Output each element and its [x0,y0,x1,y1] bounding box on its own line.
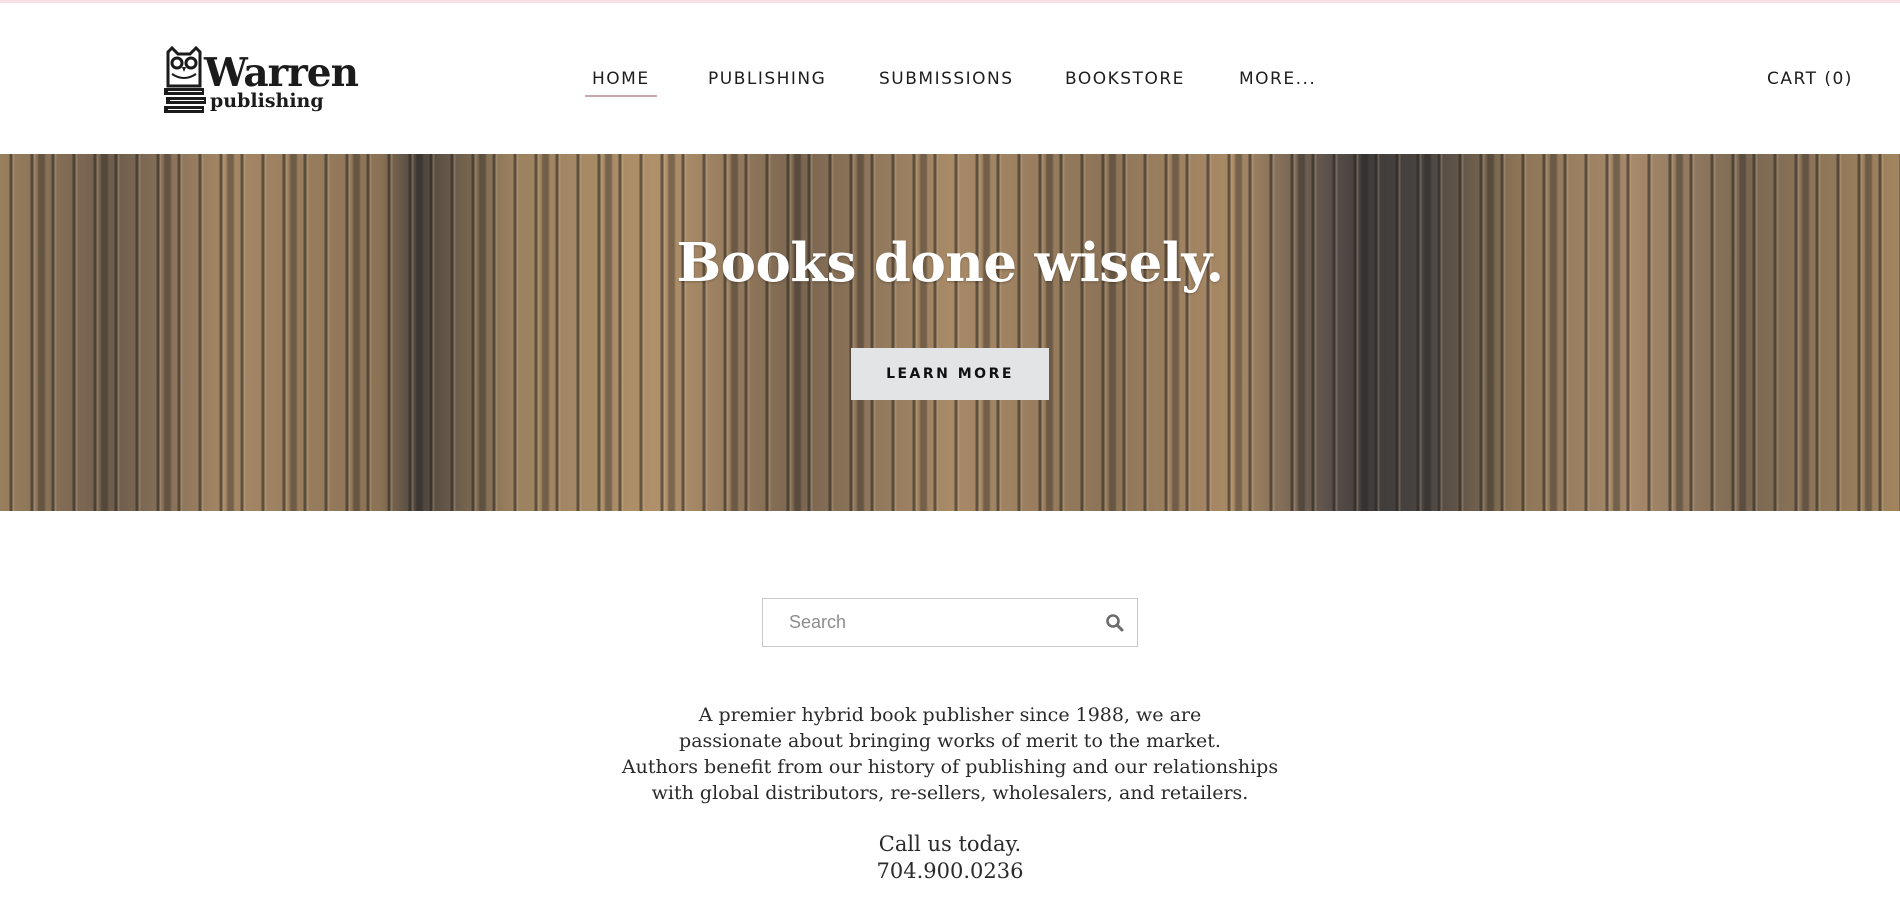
main-nav: HOME PUBLISHING SUBMISSIONS BOOKSTORE MO… [0,69,1900,99]
hero-banner [0,154,1900,511]
nav-item-home[interactable]: HOME [585,69,657,97]
learn-more-button[interactable]: LEARN MORE [851,348,1049,400]
nav-item-publishing[interactable]: PUBLISHING [708,69,826,89]
intro-line: A premier hybrid book publisher since 19… [698,704,1202,726]
cart-link[interactable]: CART (0) [1767,69,1853,89]
call-heading: Call us today. [878,832,1022,856]
site-header: Warren publishing HOME PUBLISHING SUBMIS… [0,3,1900,154]
nav-item-submissions[interactable]: SUBMISSIONS [879,69,1014,89]
phone-number[interactable]: 704.900.0236 [0,858,1900,885]
contact-block: Call us today. 704.900.0236 [0,831,1900,885]
search-input[interactable] [763,599,1093,646]
intro-line: Authors benefit from our history of publ… [621,756,1279,778]
search-icon[interactable] [1105,613,1125,633]
intro-line: passionate about bringing works of merit… [679,730,1221,752]
hero-title: Books done wisely. [676,232,1224,294]
nav-item-bookstore[interactable]: BOOKSTORE [1065,69,1185,89]
intro-line: with global distributors, re-sellers, wh… [651,782,1249,804]
search-box [762,598,1138,647]
intro-paragraph: A premier hybrid book publisher since 19… [0,702,1900,806]
nav-item-more[interactable]: MORE... [1239,69,1316,89]
